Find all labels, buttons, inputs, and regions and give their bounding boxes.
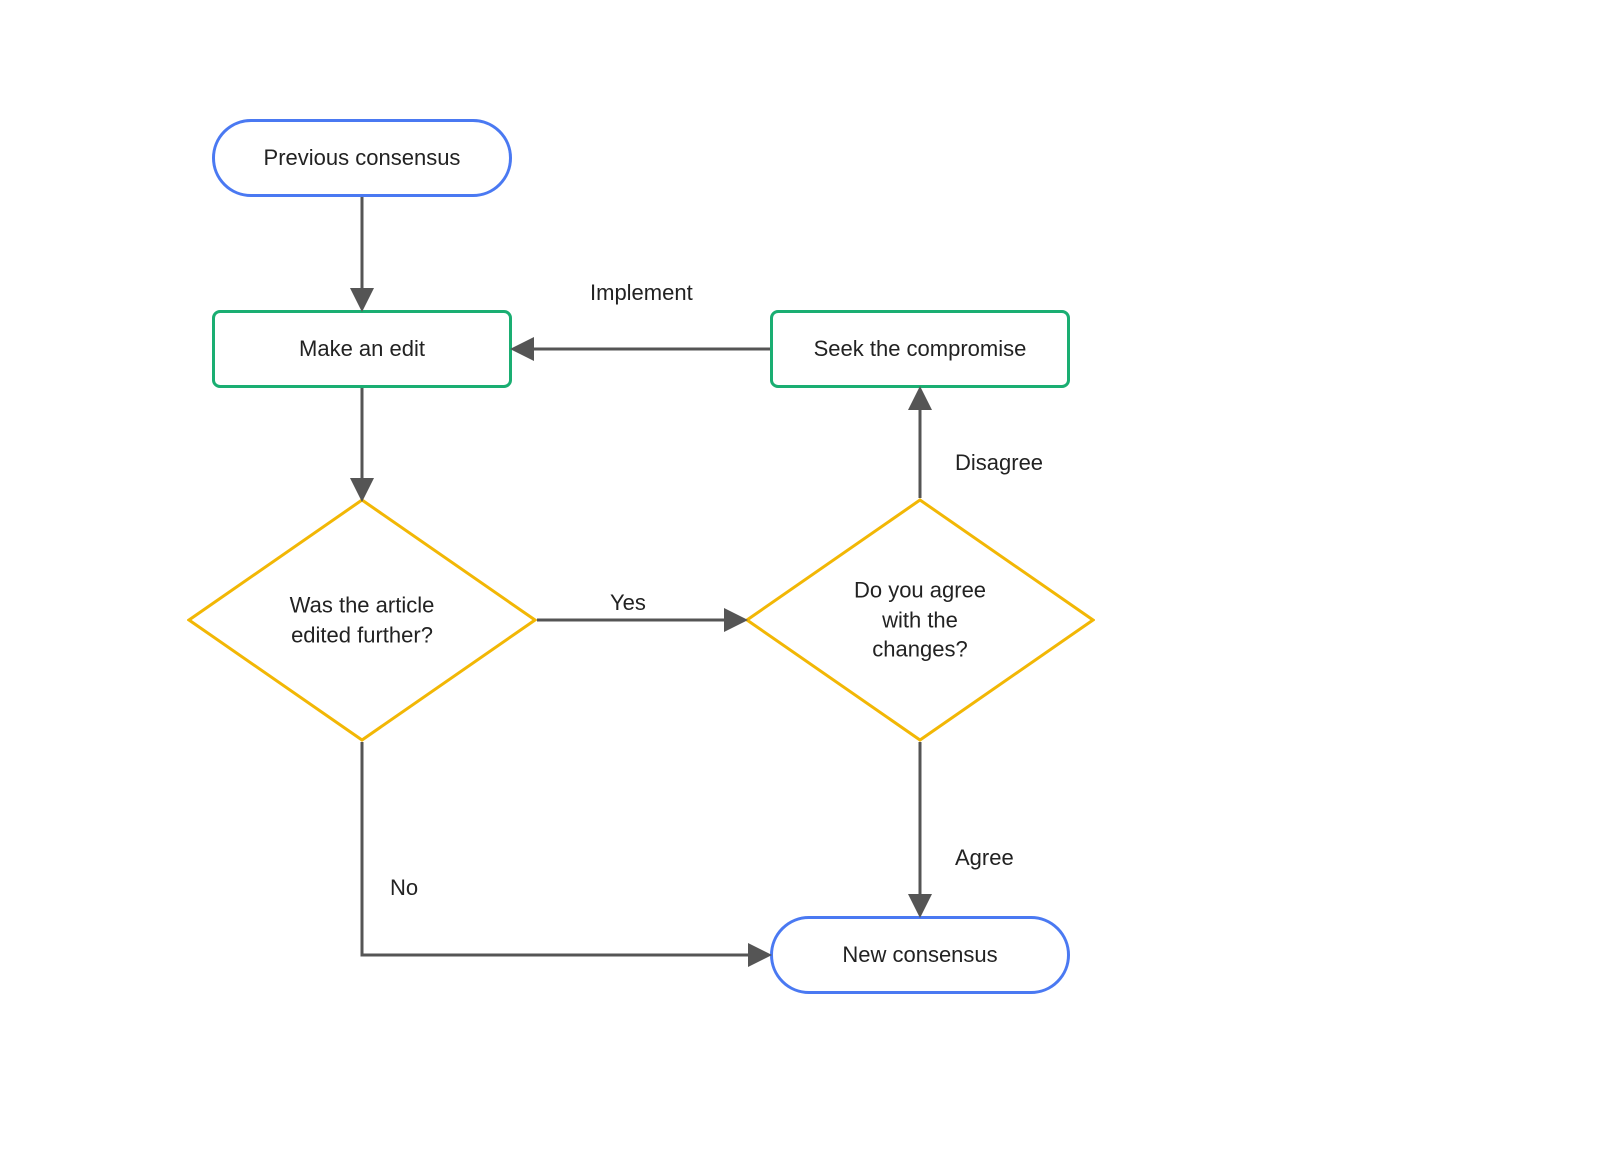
node-label: Make an edit: [299, 336, 425, 362]
node-label: New consensus: [842, 942, 997, 968]
edge-label-no: No: [390, 875, 418, 901]
node-make-edit: Make an edit: [212, 310, 512, 388]
edge-label-implement: Implement: [590, 280, 693, 306]
edge-label-agree: Agree: [955, 845, 1014, 871]
node-label: Seek the compromise: [814, 336, 1027, 362]
flowchart-canvas: Previous consensus Make an edit Seek the…: [0, 0, 1624, 1160]
node-label: Previous consensus: [264, 145, 461, 171]
edge-label-yes: Yes: [610, 590, 646, 616]
node-label: Was the articleedited further?: [262, 590, 462, 649]
node-seek-compromise: Seek the compromise: [770, 310, 1070, 388]
node-label: Do you agreewith thechanges?: [820, 575, 1020, 664]
node-previous-consensus: Previous consensus: [212, 119, 512, 197]
edge-label-disagree: Disagree: [955, 450, 1043, 476]
node-new-consensus: New consensus: [770, 916, 1070, 994]
